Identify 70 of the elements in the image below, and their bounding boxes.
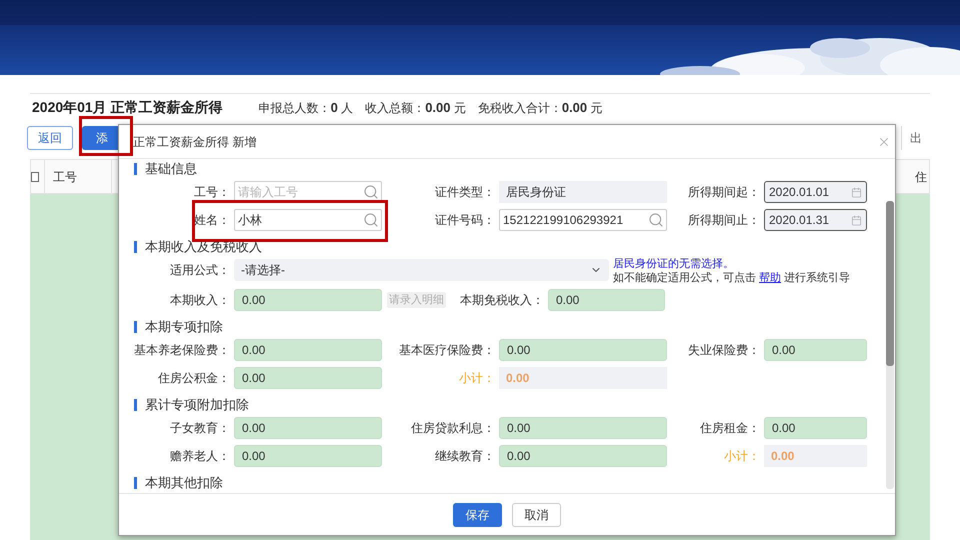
field-label: 住房贷款利息： [411, 421, 495, 435]
section-marker [134, 320, 137, 332]
amount-field[interactable]: 0.00 [234, 445, 382, 467]
search-icon[interactable] [363, 184, 379, 200]
export-button[interactable]: 出 [901, 126, 930, 150]
column-header: 工号 [53, 168, 77, 186]
search-field[interactable]: 小林 [234, 209, 382, 231]
field-label: 住房租金： [700, 421, 760, 435]
section-marker [134, 162, 137, 174]
section-title: 基础信息 [145, 160, 197, 178]
amount-field[interactable]: 0.00 [234, 417, 382, 439]
field-label: 姓名： [194, 213, 230, 227]
cancel-button[interactable]: 取消 [512, 502, 561, 526]
field-label: 所得期间起： [688, 185, 760, 199]
date-field[interactable]: 2020.01.31 [764, 209, 867, 231]
amount-field[interactable]: 0.00 [548, 289, 665, 311]
save-button[interactable]: 保存 [453, 502, 502, 526]
section-marker [134, 476, 137, 488]
field-label: 继续教育： [435, 449, 495, 463]
field-label: 赡养老人： [170, 449, 230, 463]
scrollbar-thumb[interactable] [886, 201, 894, 366]
back-button[interactable]: 返回 [27, 126, 73, 150]
checkbox[interactable] [31, 172, 39, 182]
amount-field[interactable]: 0.00 [499, 339, 667, 361]
field-label: 证件号码： [435, 213, 495, 227]
amount-field[interactable]: 0.00 [499, 417, 667, 439]
hint-text: 如不能确定适用公式，可点击 帮助 进行系统引导 [613, 271, 850, 285]
note-text: 居民身份证的无需选择。 [613, 257, 735, 271]
scrollbar[interactable] [886, 201, 894, 489]
search-field[interactable]: 152122199106293921 [499, 209, 667, 231]
field-label: 本期收入： [170, 293, 230, 307]
stat-text: 免税收入合计：0.00 元 [478, 98, 602, 117]
section-title: 累计专项附加扣除 [145, 396, 249, 414]
field-label: 基本医疗保险费： [399, 343, 495, 357]
section-marker [134, 240, 137, 252]
field-label: 基本养老保险费： [134, 343, 230, 357]
field-label: 小计： [459, 371, 495, 385]
field-label: 适用公式： [170, 263, 230, 277]
readonly-field: 居民身份证 [499, 181, 667, 203]
field-label: 失业保险费： [688, 343, 760, 357]
amount-field[interactable]: 0.00 [499, 445, 667, 467]
calendar-icon[interactable] [851, 214, 862, 226]
stat-text: 收入总额：0.00 元 [365, 98, 466, 117]
calendar-icon[interactable] [851, 186, 862, 198]
amount-field[interactable]: 0.00 [234, 289, 382, 311]
page-title: 2020年01月 正常工资薪金所得 [32, 98, 223, 117]
subtotal-field: 0.00 [499, 367, 667, 389]
amount-field[interactable]: 0.00 [764, 417, 867, 439]
date-field[interactable]: 2020.01.01 [764, 181, 867, 203]
field-label: 住房公积金： [158, 371, 230, 385]
amount-field[interactable]: 0.00 [764, 339, 867, 361]
field-label: 证件类型： [435, 185, 495, 199]
section-marker [134, 398, 137, 410]
search-icon[interactable] [363, 212, 379, 228]
field-label: 小计： [724, 449, 760, 463]
column-header: 住 [915, 168, 927, 186]
stat-text: 申报总人数：0 人 [258, 98, 354, 117]
amount-field[interactable]: 0.00 [234, 339, 382, 361]
subtotal-field: 0.00 [764, 445, 867, 467]
field-label: 子女教育： [170, 421, 230, 435]
section-title: 本期其他扣除 [145, 474, 223, 492]
field-label: 所得期间止： [688, 213, 760, 227]
field-label: 工号： [194, 185, 230, 199]
section-title: 本期专项扣除 [145, 318, 223, 336]
field-label: 本期免税收入： [460, 293, 544, 307]
dialog-title: 正常工资薪金所得 新增 [133, 134, 256, 150]
formula-select[interactable]: -请选择- [234, 259, 609, 281]
search-icon[interactable] [648, 212, 664, 228]
amount-field[interactable]: 0.00 [234, 367, 382, 389]
help-link[interactable]: 帮助 [759, 272, 782, 284]
